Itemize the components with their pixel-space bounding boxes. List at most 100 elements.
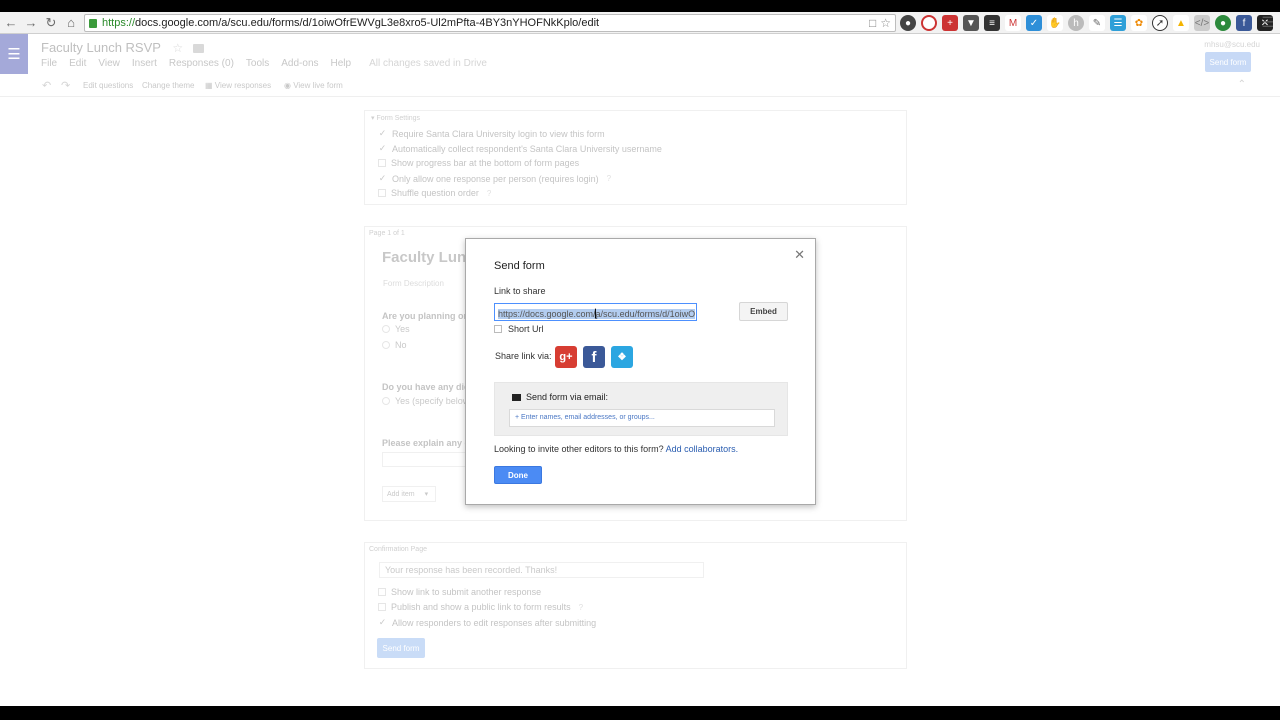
menu-view[interactable]: View	[98, 58, 120, 69]
twitter-icon[interactable]: ❖	[611, 346, 633, 368]
add-item-button[interactable]: Add item ▾	[382, 486, 436, 502]
embed-button[interactable]: Embed	[739, 302, 788, 321]
form-description[interactable]: Form Description	[383, 279, 444, 288]
back-arrow-icon[interactable]: ←	[2, 14, 20, 32]
check-icon: ✓	[378, 173, 387, 183]
help-icon[interactable]: ?	[607, 174, 611, 183]
gmail-icon[interactable]: M	[1005, 15, 1021, 31]
radio-button[interactable]	[382, 325, 390, 333]
question-3[interactable]: Please explain any d	[382, 438, 470, 448]
view-responses-label: View responses	[214, 81, 272, 90]
setting-one-response[interactable]: ✓ Only allow one response per person (req…	[378, 173, 611, 184]
reload-icon[interactable]: ↻	[42, 14, 60, 32]
send-form-dialog: ✕ Send form Link to share https://docs.g…	[465, 238, 816, 505]
checkbox[interactable]	[378, 588, 386, 596]
facebook-icon[interactable]: f	[583, 346, 605, 368]
account-email[interactable]: mhsu@scu.edu	[1204, 40, 1260, 49]
browser-menu-icon[interactable]: ☰	[1261, 14, 1274, 31]
checkbox[interactable]	[378, 159, 386, 167]
setting-shuffle[interactable]: Shuffle question order?	[378, 188, 491, 198]
menu-insert[interactable]: Insert	[132, 58, 157, 69]
radio-button[interactable]	[382, 397, 390, 405]
confirm-option-submit-another[interactable]: Show link to submit another response	[378, 587, 541, 597]
checkbox[interactable]	[378, 603, 386, 611]
option-label: Yes	[395, 324, 410, 334]
setting-collect-username[interactable]: ✓ Automatically collect respondent's Sant…	[378, 143, 662, 154]
home-icon[interactable]: ⌂	[62, 14, 80, 32]
code-icon[interactable]: </>	[1194, 15, 1210, 31]
bookmark-star-icon[interactable]: ☆	[880, 16, 891, 30]
email-recipients-input[interactable]: + Enter names, email addresses, or group…	[509, 409, 775, 427]
short-url-checkbox[interactable]	[494, 325, 502, 333]
radio-option[interactable]: No	[382, 340, 407, 350]
form-settings-card: ▾ Form Settings ✓ Require Santa Clara Uni…	[364, 110, 907, 205]
option-label: Show link to submit another response	[391, 587, 542, 597]
drive-icon[interactable]: ▲	[1173, 15, 1189, 31]
link-to-share-label: Link to share	[494, 286, 546, 296]
menu-tools[interactable]: Tools	[246, 58, 269, 69]
pocket-icon[interactable]: ▼	[963, 15, 979, 31]
email-title: Send form via email:	[512, 392, 608, 402]
radio-button[interactable]	[382, 341, 390, 349]
short-url-option[interactable]: Short Url	[494, 324, 544, 334]
page-icon[interactable]: □	[869, 16, 876, 30]
extensions-bar: ● + ▼ ≡ M ✓ ✋ h ✎ ☰ ✿ ➚ ▲ </> ● f ✕	[900, 15, 1273, 31]
extension-icon[interactable]: ●	[900, 15, 916, 31]
email-panel: Send form via email: + Enter names, emai…	[494, 382, 788, 436]
view-responses-button[interactable]: ▦ View responses	[205, 81, 271, 90]
star-icon[interactable]: ☆	[172, 41, 183, 55]
send-form-button-top[interactable]: Send form	[1205, 52, 1251, 72]
page-indicator: Page 1 of 1	[369, 230, 405, 237]
done-button[interactable]: Done	[494, 466, 542, 484]
folder-icon[interactable]	[192, 44, 204, 54]
menu-file[interactable]: File	[41, 58, 57, 69]
confirmation-message-field[interactable]: Your response has been recorded. Thanks!	[379, 562, 704, 578]
menu-responses[interactable]: Responses (0)	[169, 58, 234, 69]
help-icon[interactable]: ?	[487, 189, 491, 198]
radio-option[interactable]: Yes	[382, 324, 410, 334]
extension-icon[interactable]: ●	[1215, 15, 1231, 31]
radio-option[interactable]: Yes (specify below	[382, 396, 469, 406]
checkbox[interactable]	[378, 189, 386, 197]
address-bar[interactable]: https://docs.google.com/a/scu.edu/forms/…	[84, 14, 896, 32]
send-form-button-bottom[interactable]: Send form	[377, 638, 425, 658]
buffer-icon[interactable]: ≡	[984, 15, 1000, 31]
edit-questions-button[interactable]: Edit questions	[83, 81, 133, 90]
forms-home-icon[interactable]: ☰	[0, 34, 28, 74]
dialog-title: Send form	[494, 260, 545, 272]
collapse-icon[interactable]: ⌃	[1238, 79, 1246, 90]
menu-addons[interactable]: Add-ons	[281, 58, 318, 69]
redo-icon[interactable]: ↷	[61, 79, 70, 92]
menu-edit[interactable]: Edit	[69, 58, 86, 69]
google-plus-icon[interactable]: g+	[555, 346, 577, 368]
form-settings-header[interactable]: ▾ Form Settings	[371, 114, 420, 122]
extension-icon[interactable]: ✿	[1131, 15, 1147, 31]
extension-icon[interactable]: h	[1068, 15, 1084, 31]
setting-progress-bar[interactable]: Show progress bar at the bottom of form …	[378, 158, 579, 168]
undo-icon[interactable]: ↶	[42, 79, 51, 92]
view-live-form-button[interactable]: ◉ View live form	[284, 81, 343, 90]
help-icon[interactable]: ?	[579, 603, 583, 612]
question-2[interactable]: Do you have any die	[382, 382, 469, 392]
extension-icon[interactable]: ✓	[1026, 15, 1042, 31]
forward-arrow-icon[interactable]: →	[22, 14, 40, 32]
document-title[interactable]: Faculty Lunch RSVP ☆	[41, 40, 204, 55]
setting-require-login[interactable]: ✓ Require Santa Clara University login to…	[378, 128, 605, 139]
menu-help[interactable]: Help	[331, 58, 352, 69]
extension-icon[interactable]: +	[942, 15, 958, 31]
opera-icon[interactable]	[921, 15, 937, 31]
confirm-option-publish-results[interactable]: Publish and show a public link to form r…	[378, 602, 583, 612]
form-settings-title: Form Settings	[376, 115, 421, 122]
short-url-label: Short Url	[508, 324, 544, 334]
extension-icon[interactable]: ✋	[1047, 15, 1063, 31]
question-1[interactable]: Are you planning on	[382, 311, 469, 321]
close-icon[interactable]: ✕	[794, 247, 805, 263]
confirm-option-allow-edit[interactable]: ✓ Allow responders to edit responses afte…	[378, 617, 596, 628]
extension-icon[interactable]: ✎	[1089, 15, 1105, 31]
option-label: Allow responders to edit responses after…	[392, 617, 597, 628]
facebook-icon[interactable]: f	[1236, 15, 1252, 31]
add-collaborators-link[interactable]: Add collaborators.	[666, 444, 739, 454]
change-theme-button[interactable]: Change theme	[142, 81, 194, 90]
extension-icon[interactable]: ☰	[1110, 15, 1126, 31]
compass-icon[interactable]: ➚	[1152, 15, 1168, 31]
